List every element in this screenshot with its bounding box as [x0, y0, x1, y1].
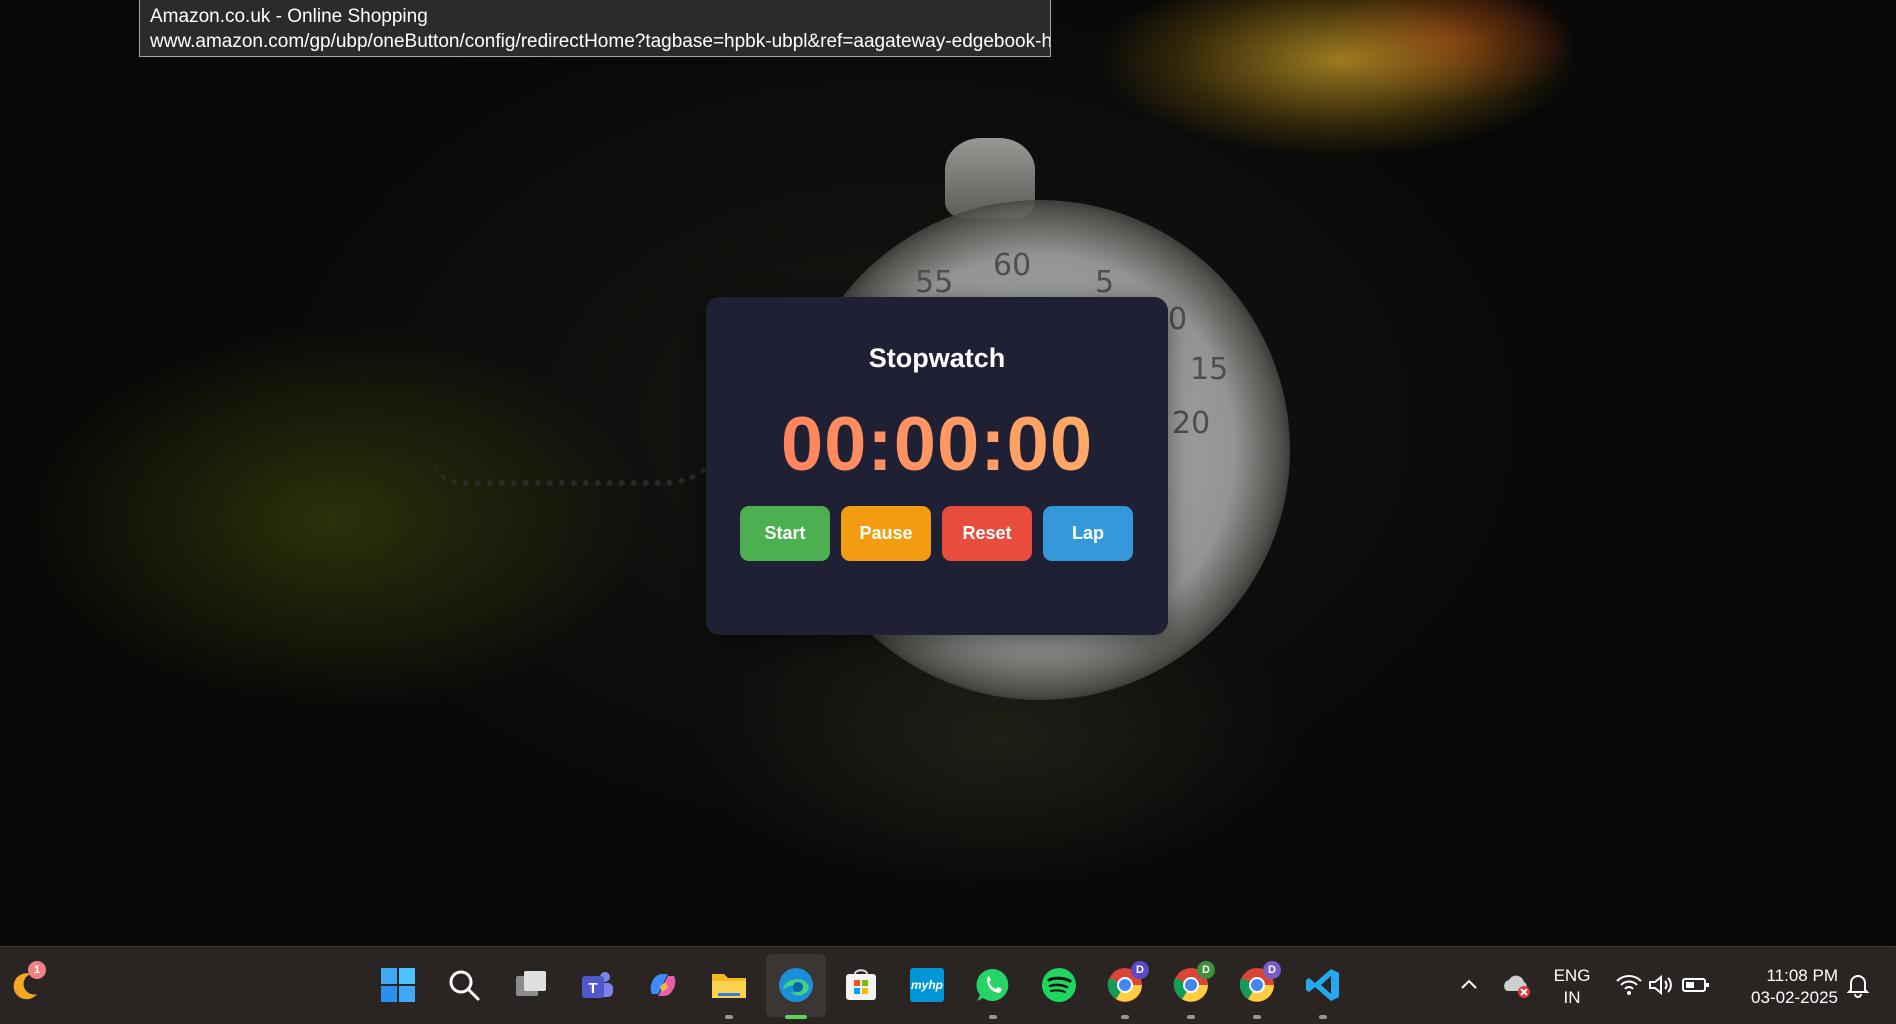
- wallpaper-dial-number: 5: [1095, 265, 1115, 300]
- profile-badge: D: [1131, 961, 1149, 979]
- quick-settings-button[interactable]: [1613, 965, 1713, 1005]
- wallpaper-dial-number: 15: [1190, 352, 1229, 387]
- teams-icon: T: [582, 972, 613, 998]
- whatsapp-icon: [976, 968, 1009, 1001]
- show-hidden-icons-button[interactable]: [1449, 965, 1489, 1005]
- running-indicator: [1319, 1015, 1327, 1019]
- tooltip-url: www.amazon.com/gp/ubp/oneButton/config/r…: [150, 31, 1051, 52]
- task-view-icon: [516, 971, 546, 996]
- profile-badge: D: [1197, 961, 1215, 979]
- wallpaper-dial-number: 20: [1172, 406, 1211, 441]
- language-code: ENG: [1553, 966, 1591, 985]
- cloud-error-icon: [1504, 975, 1530, 998]
- input-language-button[interactable]: ENG IN: [1546, 965, 1598, 1009]
- battery-icon: [1682, 978, 1709, 992]
- running-indicator: [1253, 1015, 1261, 1019]
- volume-icon: [1649, 974, 1672, 996]
- taskbar-teams-button[interactable]: T: [577, 965, 617, 1005]
- wifi-icon: [1616, 975, 1642, 995]
- taskbar-chrome-button[interactable]: D: [1105, 961, 1149, 1019]
- time-display: 00:00:00: [706, 401, 1168, 488]
- start-button[interactable]: Start: [740, 506, 830, 561]
- taskbar-copilot-button[interactable]: [643, 965, 683, 1005]
- running-indicator: [1121, 1015, 1129, 1019]
- pause-button[interactable]: Pause: [841, 506, 931, 561]
- store-icon: [846, 969, 876, 1000]
- widgets-button[interactable]: 1: [6, 961, 46, 1005]
- wallpaper-watch-chain: [430, 420, 730, 486]
- myhp-icon: myhp: [910, 968, 944, 1002]
- copilot-icon: [650, 974, 676, 996]
- taskbar-edge-button[interactable]: [776, 965, 816, 1019]
- widgets-badge: 1: [28, 961, 46, 979]
- taskbar-search-button[interactable]: [444, 965, 484, 1005]
- vscode-icon: [1306, 969, 1339, 1001]
- clock-date: 03-02-2025: [1751, 988, 1838, 1007]
- window-edge: [1890, 0, 1896, 946]
- chevron-up-icon: [1461, 979, 1477, 989]
- taskbar-chrome-button[interactable]: D: [1171, 961, 1215, 1019]
- bell-icon: [1846, 975, 1870, 998]
- taskbar-start-button[interactable]: [378, 965, 418, 1005]
- taskbar-whatsapp-button[interactable]: [973, 965, 1013, 1019]
- wallpaper-dial-number: 60: [993, 248, 1032, 283]
- taskbar: 1 T myhp D D D ENG IN 11:08 PM 03-02-202…: [0, 946, 1896, 1024]
- reset-button[interactable]: Reset: [942, 506, 1032, 561]
- file-explorer-icon: [712, 974, 746, 998]
- profile-badge: D: [1263, 961, 1281, 979]
- notifications-button[interactable]: [1838, 965, 1878, 1005]
- clock-time: 11:08 PM: [1766, 966, 1838, 985]
- wallpaper-dial-number: 55: [915, 265, 954, 300]
- taskbar-myhp-button[interactable]: myhp: [907, 965, 947, 1005]
- running-indicator: [989, 1015, 997, 1019]
- lap-button[interactable]: Lap: [1043, 506, 1133, 561]
- stopwatch-title: Stopwatch: [868, 343, 1006, 373]
- link-tooltip: Amazon.co.uk - Online Shopping www.amazo…: [139, 0, 1051, 57]
- region-code: IN: [1563, 988, 1581, 1007]
- tooltip-title: Amazon.co.uk - Online Shopping: [150, 6, 428, 27]
- taskbar-store-button[interactable]: [841, 965, 881, 1005]
- taskbar-vscode-button[interactable]: [1303, 965, 1343, 1019]
- active-indicator: [785, 1015, 807, 1019]
- windows-icon: [381, 968, 415, 1002]
- taskbar-chrome-button[interactable]: D: [1237, 961, 1281, 1019]
- running-indicator: [725, 1015, 733, 1019]
- svg-text:T: T: [588, 980, 597, 997]
- clock-button[interactable]: 11:08 PM 03-02-2025: [1728, 965, 1838, 1009]
- search-icon: [449, 970, 480, 1001]
- taskbar-task-view-button[interactable]: [511, 965, 551, 1005]
- taskbar-file-explorer-button[interactable]: [709, 965, 749, 1019]
- wallpaper-dial-number: 0: [1168, 302, 1188, 337]
- onedrive-status-button[interactable]: [1496, 965, 1536, 1005]
- desktop-wallpaper: 55 60 5 0 15 20 Stopwatch 00:00:00 Start…: [0, 0, 1896, 946]
- edge-icon: [779, 968, 813, 1002]
- control-buttons: Start Pause Reset Lap: [740, 506, 1133, 561]
- running-indicator: [1187, 1015, 1195, 1019]
- spotify-icon: [1042, 968, 1076, 1002]
- stopwatch-card: Stopwatch 00:00:00 Start Pause Reset Lap: [706, 297, 1168, 635]
- taskbar-spotify-button[interactable]: [1039, 965, 1079, 1005]
